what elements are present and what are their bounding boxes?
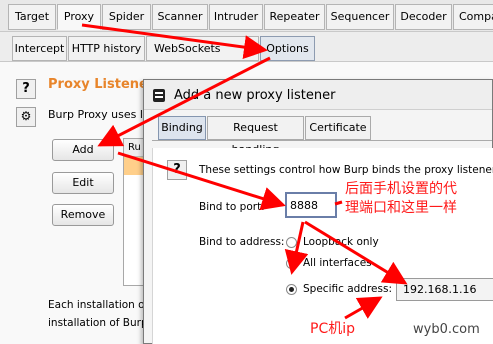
arrow-to-all-interfaces: [284, 221, 309, 275]
annotation-arrows: [81, 23, 408, 320]
arrow-note-to-port: [334, 200, 343, 206]
arrow-add-to-port: [117, 151, 286, 211]
arrow-proxy-to-options: [81, 23, 268, 60]
arrow-to-specific-address: [304, 220, 408, 285]
arrow-options-to-add: [97, 56, 271, 147]
arrow-pc-ip: [344, 296, 383, 320]
